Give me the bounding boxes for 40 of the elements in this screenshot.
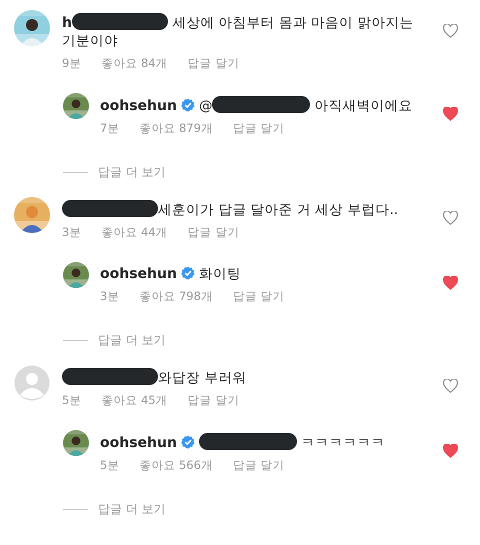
reply-link[interactable]: 답글 달기 xyxy=(188,56,240,71)
heart-icon[interactable] xyxy=(442,379,458,393)
comment-time: 5분 xyxy=(100,458,120,473)
likes-count[interactable]: 좋아요 798개 xyxy=(139,289,213,304)
reply-link[interactable]: 답글 달기 xyxy=(188,393,240,408)
likes-count[interactable]: 좋아요 566개 xyxy=(139,458,213,473)
view-more-replies-link[interactable]: 답글 더 보기 xyxy=(98,332,166,349)
comment-time: 5분 xyxy=(62,393,82,408)
heart-icon[interactable] xyxy=(442,211,458,225)
avatar-icon xyxy=(14,365,50,401)
likes-count[interactable]: 좋아요 84개 xyxy=(101,56,168,71)
heart-icon[interactable] xyxy=(442,107,458,121)
username[interactable]: oohsehun xyxy=(100,266,177,282)
likes-count[interactable]: 좋아요 44개 xyxy=(101,225,168,240)
likes-count[interactable]: 좋아요 879개 xyxy=(139,121,213,136)
username[interactable]: oohsehun xyxy=(100,435,177,451)
comment-text: 아직새벽이에요 xyxy=(314,98,413,114)
reply-link[interactable]: 답글 달기 xyxy=(232,289,285,304)
comment-text: 세상에 아침부터 몸과 마음이 맑아지는 xyxy=(171,15,414,31)
reply-link[interactable]: 답글 달기 xyxy=(232,121,285,136)
comment-time: 9분 xyxy=(62,56,82,71)
reply-link[interactable]: 답글 달기 xyxy=(232,458,285,473)
heart-icon[interactable] xyxy=(442,444,458,458)
reply-link[interactable]: 답글 달기 xyxy=(188,225,240,240)
mention[interactable]: @ xyxy=(198,98,212,114)
view-more-replies-link[interactable]: 답글 더 보기 xyxy=(98,164,166,181)
comment-time: 3분 xyxy=(100,289,120,304)
comment-text: ㅋㅋㅋㅋㅋㅋ xyxy=(300,435,386,451)
view-more-replies-link[interactable]: 답글 더 보기 xyxy=(98,501,166,518)
username[interactable]: h xyxy=(62,15,72,31)
comment-text: 기분이야 xyxy=(62,33,118,49)
comment-text: 와답장 부러워 xyxy=(158,370,246,386)
comment-text: 화이팅 xyxy=(198,266,241,282)
comment-time: 3분 xyxy=(62,225,82,240)
heart-icon[interactable] xyxy=(442,24,458,38)
comment-text: 세훈이가 답글 달아준 거 세상 부럽다.. xyxy=(158,202,398,218)
comment-time: 7분 xyxy=(100,121,120,136)
likes-count[interactable]: 좋아요 45개 xyxy=(101,393,168,408)
heart-icon[interactable] xyxy=(442,276,458,290)
username[interactable]: oohsehun xyxy=(100,98,177,114)
